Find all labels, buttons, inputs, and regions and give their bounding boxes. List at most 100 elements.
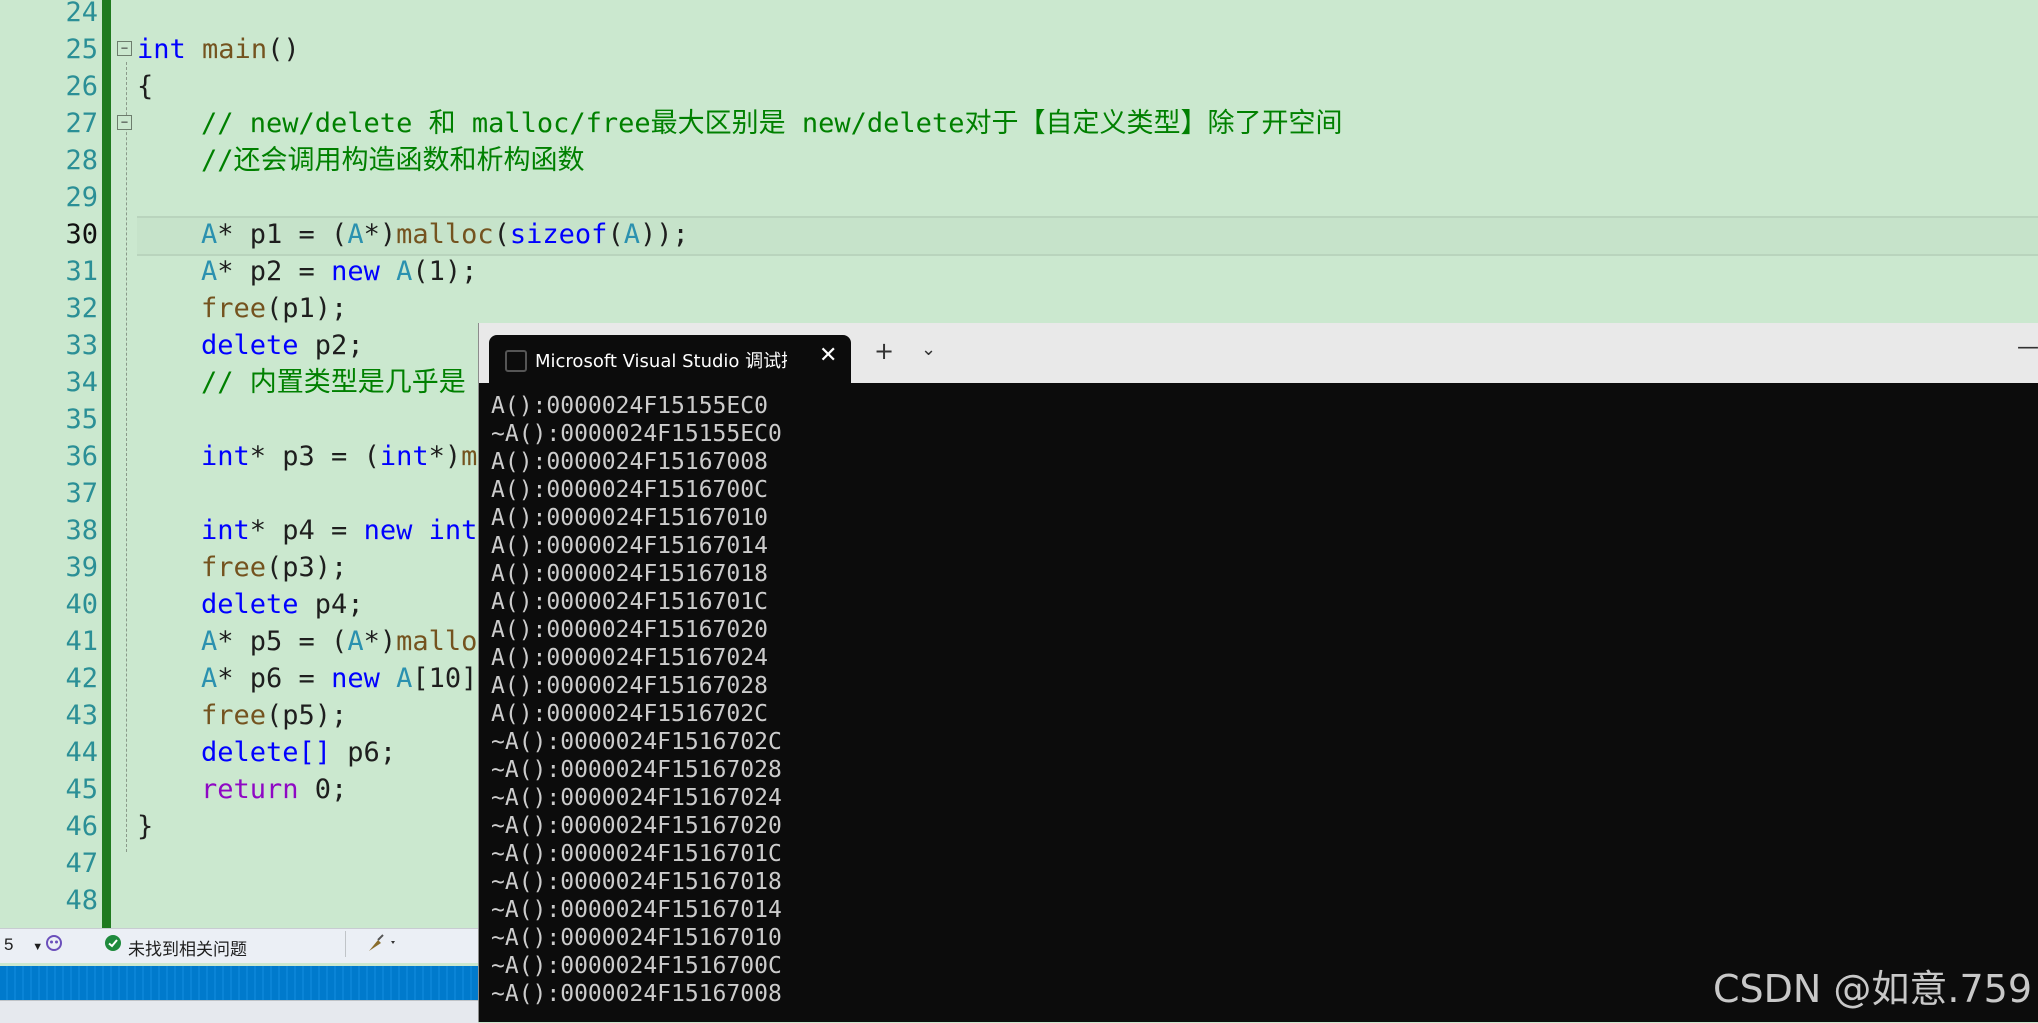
zoom-value: 5	[4, 935, 14, 954]
code-line-34[interactable]: // 内置类型是几乎是	[201, 364, 466, 401]
type-name: A	[201, 219, 218, 250]
code-line-27[interactable]: // new/delete 和 malloc/free最大区别是 new/del…	[201, 105, 1342, 142]
console-output-line: ~A():0000024F15167024	[491, 785, 782, 811]
code-line-31[interactable]: A* p2 = new A(1);	[201, 253, 477, 290]
code-line-42[interactable]: A* p6 = new A[10]	[201, 660, 477, 697]
line-number-gutter: 24 25 26 27 28 29 30 31 32 33 34 35 36 37 38 39 40 41 42 43…	[0, 0, 98, 928]
keyword: int	[201, 441, 250, 472]
console-output-line: A():0000024F15167024	[491, 645, 768, 671]
console-output-line: A():0000024F1516700C	[491, 477, 768, 503]
line-number: 31	[65, 256, 98, 287]
code-text: * p6 =	[217, 663, 332, 694]
code-line-32[interactable]: free(p1);	[201, 290, 347, 327]
code-text: (1);	[412, 256, 478, 287]
console-output-line: A():0000024F1516701C	[491, 589, 768, 615]
keyword: new	[331, 663, 380, 694]
fold-toggle-main[interactable]: −	[117, 41, 132, 56]
console-output-line: ~A():0000024F15167028	[491, 757, 782, 783]
line-number: 42	[65, 663, 98, 694]
code-line-38[interactable]: int* p4 = new int	[201, 512, 477, 549]
progress-band	[0, 966, 478, 1000]
code-text: (p5);	[266, 700, 348, 731]
console-output-line: A():0000024F15167010	[491, 505, 768, 531]
console-output-line: ~A():0000024F1516702C	[491, 729, 782, 755]
minimize-button[interactable]: —	[2017, 335, 2038, 360]
keyword: delete[]	[201, 737, 332, 768]
code-text: (p3);	[266, 552, 348, 583]
new-tab-button[interactable]: +	[874, 337, 894, 365]
issues-status[interactable]: 未找到相关问题	[128, 935, 247, 960]
line-number: 30	[65, 219, 98, 250]
check-circle-icon	[104, 934, 122, 957]
code-text: * p3 = (	[249, 441, 380, 472]
code-text: (	[493, 219, 510, 250]
console-output-line: A():0000024F15155EC0	[491, 393, 768, 419]
code-line-26[interactable]: {	[137, 68, 153, 105]
line-number: 32	[65, 293, 98, 324]
console-tab-title: Microsoft Visual Studio 调试控制台	[535, 351, 787, 372]
debug-console-window[interactable]: Microsoft Visual Studio 调试控制台 ✕ + ⌄ — A(…	[478, 323, 2038, 1022]
code-text: * p5 = (	[217, 626, 348, 657]
type-name: A	[347, 219, 364, 250]
type-name: A	[201, 256, 218, 287]
fold-guide	[126, 62, 127, 852]
code-line-41[interactable]: A* p5 = (A*)mallo	[201, 623, 477, 660]
code-line-30[interactable]: A* p1 = (A*)malloc(sizeof(A));	[201, 216, 689, 253]
console-app-icon	[505, 350, 527, 372]
status-divider	[345, 931, 346, 957]
csdn-watermark: CSDN @如意.759	[1712, 967, 2032, 1011]
console-output-line: A():0000024F15167008	[491, 449, 768, 475]
console-output-line: A():0000024F1516702C	[491, 701, 768, 727]
code-text: [10]	[412, 663, 478, 694]
code-text: * p2 =	[217, 256, 332, 287]
function-name: free	[201, 552, 267, 583]
line-number: 39	[65, 552, 98, 583]
line-number: 33	[65, 330, 98, 361]
code-cleanup-icon[interactable]	[366, 932, 400, 959]
console-output-line: A():0000024F15167018	[491, 561, 768, 587]
console-output-line: ~A():0000024F15167020	[491, 813, 782, 839]
code-line-39[interactable]: free(p3);	[201, 549, 347, 586]
line-number: 27	[65, 108, 98, 139]
code-text: p2;	[298, 330, 364, 361]
fold-toggle-comment[interactable]: −	[117, 115, 132, 130]
change-tracking-bar	[102, 0, 111, 928]
type-name: A	[623, 219, 640, 250]
code-text: p6;	[331, 737, 397, 768]
bottom-toolbar	[0, 1000, 478, 1023]
type-name: A	[201, 626, 218, 657]
keyword: int	[137, 34, 186, 65]
code-line-44[interactable]: delete[] p6;	[201, 734, 396, 771]
code-line-45[interactable]: return 0;	[201, 771, 347, 808]
code-text: ()	[267, 34, 300, 65]
keyword: new	[331, 256, 380, 287]
code-text: * p1 = (	[217, 219, 348, 250]
close-icon[interactable]: ✕	[819, 343, 837, 368]
code-line-46[interactable]: }	[137, 808, 153, 845]
copilot-icon[interactable]	[44, 933, 64, 958]
zoom-dropdown[interactable]: 5 ▼	[4, 935, 43, 955]
console-tab[interactable]: Microsoft Visual Studio 调试控制台 ✕	[489, 335, 851, 383]
line-number: 24	[65, 0, 98, 28]
console-output: A():0000024F15155EC0 ~A():0000024F15155EC…	[491, 392, 782, 1008]
line-number: 41	[65, 626, 98, 657]
code-line-40[interactable]: delete p4;	[201, 586, 364, 623]
chevron-down-icon[interactable]: ⌄	[921, 339, 936, 360]
console-output-line: A():0000024F15167028	[491, 673, 768, 699]
code-line-28[interactable]: //还会调用构造函数和析构函数	[201, 142, 585, 179]
function-name: mallo	[396, 626, 478, 657]
editor-status-bar: 5 ▼ 未找到相关问题	[0, 928, 478, 963]
console-output-line: ~A():0000024F15167018	[491, 869, 782, 895]
code-line-25[interactable]: int main()	[137, 31, 300, 68]
function-name: malloc	[396, 219, 494, 250]
chevron-down-icon: ▼	[32, 941, 44, 953]
code-line-33[interactable]: delete p2;	[201, 327, 364, 364]
code-line-43[interactable]: free(p5);	[201, 697, 347, 734]
type-name: A	[396, 256, 413, 287]
console-output-line: A():0000024F15167020	[491, 617, 768, 643]
code-text: *)	[363, 219, 397, 250]
line-number: 26	[65, 71, 98, 102]
code-line-36[interactable]: int* p3 = (int*)m	[201, 438, 477, 475]
function-name: main	[202, 34, 268, 65]
